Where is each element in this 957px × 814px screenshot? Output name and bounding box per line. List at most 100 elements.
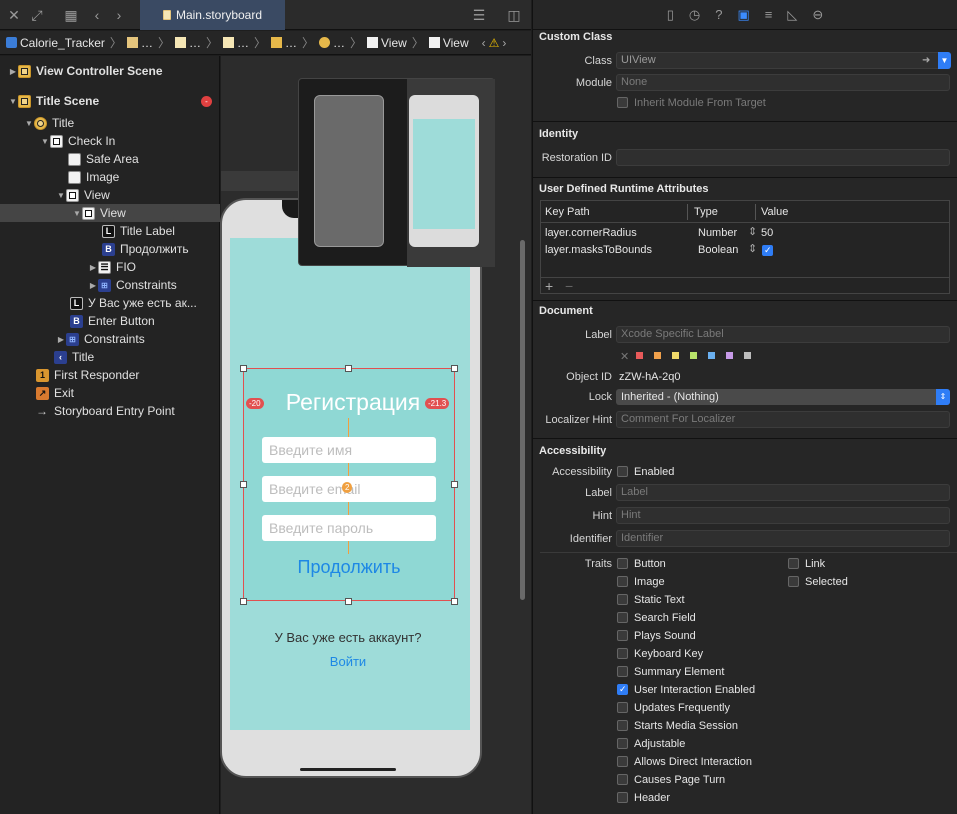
warning-icon[interactable]: ⚠ [489,36,500,50]
outline-row[interactable]: ▼ Title Scene - [0,92,220,110]
disclosure-icon[interactable]: ▶ [88,281,98,290]
resize-handle[interactable] [345,365,352,372]
nav-forward-icon[interactable]: › [502,36,506,50]
login-button[interactable]: Войти [240,654,456,669]
disclosure-icon[interactable]: ▼ [8,97,18,106]
breadcrumb-item[interactable]: … [189,36,201,50]
disclosure-icon[interactable]: ▼ [24,119,34,128]
trait-checkbox[interactable] [617,774,628,785]
outline-row[interactable]: ‹ Title [0,348,220,366]
green-swatch[interactable] [690,352,697,359]
resize-handle[interactable] [345,598,352,605]
localizer-hint-field[interactable]: Comment For Localizer [616,411,950,428]
outline-row[interactable]: Image [0,168,220,186]
trait-checkbox[interactable] [617,666,628,677]
outline-row[interactable]: B Продолжить [0,240,220,258]
close-icon[interactable]: ✕ [5,6,23,24]
trailing-constraint-badge[interactable]: -21.3 [425,398,450,409]
red-swatch[interactable] [636,352,643,359]
outline-row[interactable]: ▶ ☰ FIO [0,258,220,276]
restoration-id-field[interactable] [616,149,950,166]
identity-inspector-icon[interactable]: ▣ [737,7,749,23]
class-field[interactable]: UIView [616,52,950,69]
error-icon[interactable]: - [201,95,212,107]
connections-icon[interactable]: ⊖ [812,7,823,23]
outline-row[interactable]: ↗ Exit [0,384,220,402]
table-cell[interactable]: Boolean [698,244,738,256]
purple-swatch[interactable] [726,352,733,359]
trait-checkbox[interactable] [617,684,628,695]
trait-checkbox[interactable] [788,576,799,587]
identifier-field[interactable]: Identifier [616,530,950,547]
trait-checkbox[interactable] [617,594,628,605]
keypath-column-header[interactable]: Key Path [545,201,590,223]
outline-row[interactable]: → Storyboard Entry Point [0,402,220,420]
outline-row[interactable]: ▼ Check In [0,132,220,150]
table-cell[interactable]: 50 [761,227,773,239]
trait-checkbox[interactable] [617,756,628,767]
outline-row[interactable]: ▼ Title [0,114,220,132]
lock-select[interactable]: Inherited - (Nothing) ⇕ [616,389,950,405]
outline-row[interactable]: ▶ ⊞ Constraints [0,276,220,294]
goto-class-icon[interactable]: ➜ [922,55,930,66]
disclosure-icon[interactable]: ▶ [56,335,66,344]
breadcrumb-item[interactable]: … [333,36,345,50]
add-icon[interactable]: + [545,278,553,294]
outline-row[interactable]: L Title Label [0,222,220,240]
device-preview-popover[interactable] [298,78,495,267]
grid-icon[interactable]: ▦ [62,6,80,24]
breadcrumb-item[interactable]: Calorie_Tracker [20,36,105,50]
disclosure-icon[interactable]: ▶ [88,263,98,272]
resize-handle[interactable] [451,598,458,605]
password-field[interactable]: Введите пароль [262,515,436,541]
outline-row[interactable]: Safe Area [0,150,220,168]
disclosure-icon[interactable]: ▼ [56,191,66,200]
remove-icon[interactable]: − [565,278,573,294]
table-cell[interactable]: Number [698,227,737,239]
yellow-swatch[interactable] [672,352,679,359]
chevron-down-icon[interactable]: ▼ [938,52,951,69]
breadcrumb-item[interactable]: … [285,36,297,50]
continue-button[interactable]: Продолжить [262,557,436,578]
help-icon[interactable]: ? [715,7,722,22]
trait-checkbox[interactable] [617,612,628,623]
no-color-icon[interactable]: ✕ [620,350,629,363]
masks-to-bounds-checkbox[interactable] [762,245,773,256]
gray-swatch[interactable] [744,352,751,359]
type-column-header[interactable]: Type [694,201,718,223]
trait-checkbox[interactable] [617,738,628,749]
attributes-icon[interactable]: ≡ [765,7,773,22]
disclosure-icon[interactable]: ▼ [72,209,82,218]
name-field[interactable]: Введите имя [262,437,436,463]
resize-handle[interactable] [240,481,247,488]
split-editor-icon[interactable]: ◫ [505,6,523,24]
outline-row[interactable]: B Enter Button [0,312,220,330]
accessibility-enabled-checkbox[interactable] [617,466,628,477]
history-icon[interactable]: ◷ [689,7,700,23]
outline-row[interactable]: ▶ View Controller Scene [0,62,220,80]
table-cell[interactable]: layer.masksToBounds [545,244,652,256]
outline-row[interactable]: ▶ ⊞ Constraints [0,330,220,348]
module-field[interactable]: None [616,74,950,91]
table-cell[interactable]: layer.cornerRadius [545,227,637,239]
back-icon[interactable]: ‹ [88,6,106,24]
breadcrumb-item[interactable]: … [141,36,153,50]
trait-checkbox[interactable] [617,792,628,803]
trait-checkbox[interactable] [788,558,799,569]
trait-checkbox[interactable] [617,630,628,641]
leading-constraint-badge[interactable]: -20 [246,398,264,409]
disclosure-icon[interactable]: ▶ [8,67,18,76]
title-label[interactable]: Регистрация [268,389,438,416]
breadcrumb-item[interactable]: View [381,36,407,50]
outline-row[interactable]: L У Вас уже есть ак... [0,294,220,312]
lines-icon[interactable]: ☰ [470,6,488,24]
inherit-checkbox[interactable] [617,97,628,108]
blue-swatch[interactable] [708,352,715,359]
tab-main-storyboard[interactable]: Main.storyboard [140,0,285,30]
breadcrumb-item[interactable]: View [443,36,469,50]
outline-row[interactable]: ▼ View [0,186,220,204]
trait-checkbox[interactable] [617,558,628,569]
nav-back-icon[interactable]: ‹ [482,36,486,50]
expand-icon[interactable]: ⤢ [28,6,46,24]
resize-handle[interactable] [240,598,247,605]
